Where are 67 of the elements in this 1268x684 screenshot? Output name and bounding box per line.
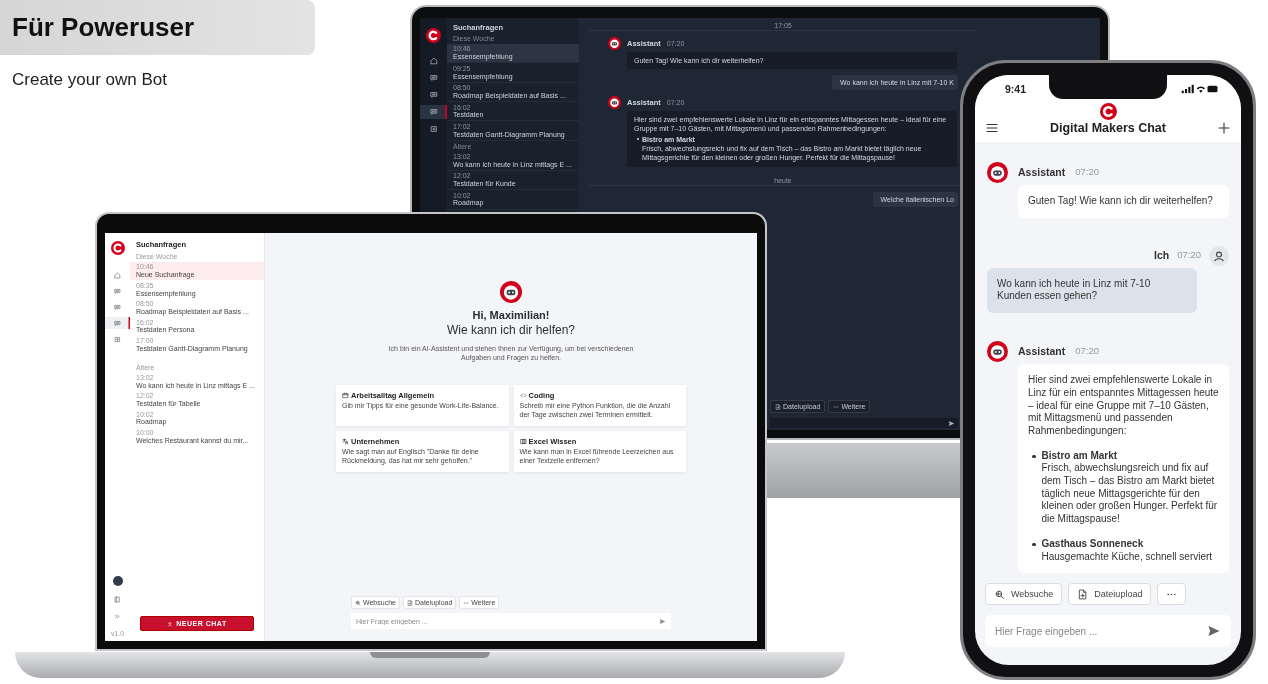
robot-avatar-icon [987, 162, 1008, 183]
file-upload-icon [1077, 588, 1089, 600]
table-icon [519, 438, 527, 446]
message-time: 07:20 [1075, 166, 1100, 179]
logo-icon [110, 241, 125, 255]
plus-square-icon [429, 125, 438, 133]
home-icon [429, 57, 438, 65]
message-text: Hier sind zwei empfehlenswerte Lokale in Linz für ein entspanntes Mittagessen heute – ideal für eine Gruppe mit 7–10 Gästen, mit Mittagsmenü und passenden Rahmenbedingungen: [1028, 374, 1219, 438]
logo-icon [426, 28, 441, 43]
status-time: 9:41 [1005, 83, 1026, 95]
user-avatar-icon[interactable] [112, 576, 123, 586]
bullet-title: Bistro am Markt [1041, 449, 1119, 463]
file-upload-icon [775, 403, 781, 410]
robot-avatar-icon [987, 341, 1008, 363]
bullet-dot [1032, 454, 1036, 459]
plus-square-icon [114, 335, 121, 343]
greeting-subtitle: Wie kann ich dir helfen? [446, 323, 576, 337]
tool-button[interactable]: Dateiupload [1068, 583, 1152, 605]
web-search-icon [994, 588, 1005, 600]
home-icon [114, 271, 121, 279]
section-title: Für Poweruser [0, 0, 315, 55]
chat-icon [114, 287, 121, 295]
nav-button[interactable] [105, 317, 130, 329]
bullet-text: Frisch, abwechslungsreich und fix auf dem Tisch – das Bistro am Markt bietet täglich neue Mittagsgerichte für den kleinen oder großen Hunger. Perfekt für die Mittagspause! [1041, 462, 1219, 526]
send-icon[interactable] [948, 419, 955, 427]
chat-icon [114, 303, 121, 311]
send-icon[interactable] [1207, 624, 1221, 638]
author-name: Assistant [1018, 345, 1066, 358]
translate-icon [342, 438, 349, 446]
greeting-title: Hi, Maximilian! [472, 309, 550, 321]
tool-button[interactable]: Websuche [985, 583, 1063, 605]
plus-icon[interactable] [1217, 121, 1231, 135]
book-icon[interactable] [114, 596, 121, 603]
section-subtitle: Create your own Bot [12, 70, 167, 90]
web-search-icon [355, 599, 361, 606]
question-input[interactable] [770, 418, 958, 428]
chat-icon [114, 319, 121, 327]
message-time: 07:20 [1177, 249, 1201, 263]
author-name: Assistant [1018, 166, 1066, 179]
question-field[interactable]: Hier Frage eingeben ... [985, 615, 1231, 647]
author-name: Ich [1154, 249, 1170, 263]
more-icon [833, 403, 840, 410]
chat-icon [429, 74, 438, 82]
robot-avatar-icon [500, 281, 522, 303]
calendar-icon [342, 392, 349, 400]
more-icon [463, 599, 470, 606]
chat-icon [429, 91, 438, 99]
bullet-text: Hausgemachte Küche, schnell serviert [1041, 550, 1213, 564]
user-message: Wo kann ich heute in Linz mit 7-10 Kunden essen gehen? [987, 267, 1197, 314]
message-time: 07:20 [1075, 345, 1100, 358]
bullet-dot [1032, 542, 1036, 547]
expand-icon[interactable] [114, 613, 121, 620]
bullet-title: Gasthaus Sonneneck [1041, 537, 1145, 551]
robot-icon [167, 620, 174, 627]
robot-avatar-icon [608, 37, 621, 50]
nav-button[interactable] [420, 105, 447, 119]
app-title: Digital Makers Chat [1050, 121, 1166, 135]
question-input[interactable]: Hier Frage eingeben ... [995, 625, 1207, 637]
menu-icon[interactable] [985, 121, 999, 135]
user-avatar-icon [1209, 245, 1229, 266]
robot-avatar-icon [608, 96, 621, 110]
message-text: Guten Tag! Wie kann ich dir weiterhelfen? [1028, 195, 1214, 208]
chat-icon [429, 108, 438, 116]
file-upload-icon [406, 599, 413, 606]
send-icon[interactable] [659, 617, 666, 625]
signal-wifi-battery-icon [1181, 84, 1219, 94]
code-icon [519, 392, 527, 400]
